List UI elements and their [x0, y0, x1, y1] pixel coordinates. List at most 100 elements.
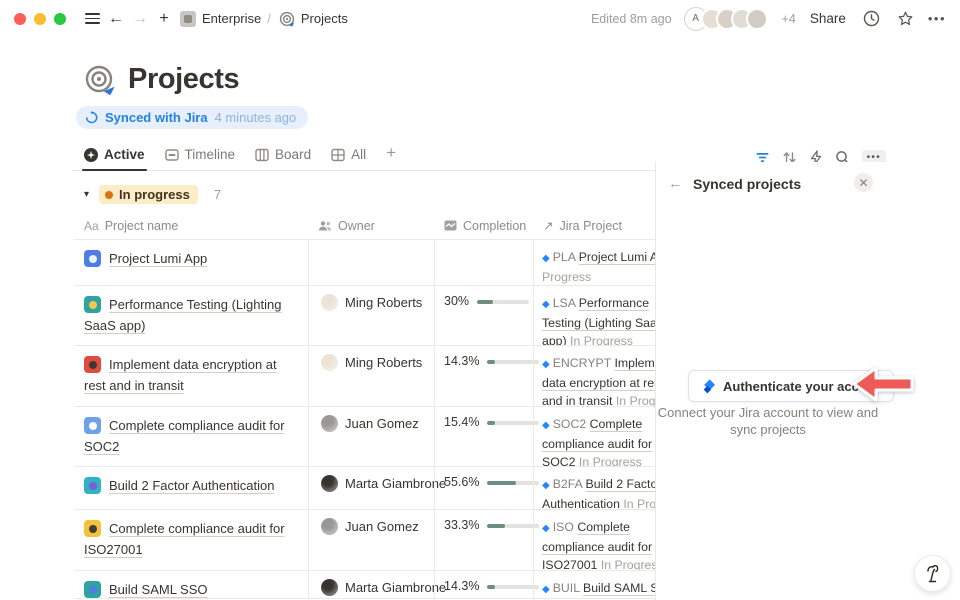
table-view-icon: [331, 148, 345, 162]
table-row[interactable]: Build SAML SSO authentication. Marta Gia…: [74, 570, 691, 599]
favorite-star-icon[interactable]: [894, 7, 918, 31]
progress-bar: [487, 524, 539, 528]
completion-cell[interactable]: 14.3%: [434, 571, 533, 598]
table-row[interactable]: Complete compliance audit for ISO27001 J…: [74, 509, 691, 570]
page-target-icon[interactable]: [84, 64, 116, 96]
notion-ai-button[interactable]: [914, 555, 951, 592]
minimize-window-button[interactable]: [34, 13, 46, 25]
forward-icon[interactable]: →: [128, 7, 152, 31]
progress-bar: [487, 481, 539, 485]
window-controls: [14, 13, 66, 25]
sync-badge-label: Synced with Jira: [105, 110, 208, 125]
column-header-completion[interactable]: Completion: [434, 219, 533, 233]
projects-table: Aa Project name Owner Completion: [74, 212, 691, 599]
owner-cell[interactable]: Ming Roberts: [308, 286, 434, 345]
rollup-icon: [444, 220, 457, 231]
project-page-icon: [84, 477, 101, 494]
status-dot: [105, 191, 113, 199]
project-page-icon: [84, 296, 101, 313]
completion-cell[interactable]: 14.3%: [434, 346, 533, 406]
collaborator-avatars[interactable]: A: [684, 7, 768, 31]
tab-active[interactable]: Active: [84, 147, 145, 170]
owner-cell[interactable]: Juan Gomez: [308, 407, 434, 466]
progress-bar: [487, 360, 539, 364]
table-header: Aa Project name Owner Completion: [74, 212, 691, 239]
jira-sync-badge[interactable]: Synced with Jira 4 minutes ago: [76, 106, 308, 129]
table-row[interactable]: Performance Testing (Lighting SaaS app) …: [74, 285, 691, 345]
owner-avatar: [321, 518, 338, 535]
sidebar-toggle-icon[interactable]: [80, 7, 104, 31]
text-type-icon: Aa: [84, 219, 99, 233]
group-status-badge[interactable]: In progress: [99, 185, 198, 204]
owner-cell[interactable]: [308, 240, 434, 285]
edited-timestamp: Edited 8m ago: [591, 12, 672, 26]
target-icon: [279, 11, 295, 27]
jira-issue-icon: ◆: [542, 253, 550, 264]
jira-issue-icon: ◆: [542, 299, 550, 310]
tab-board[interactable]: Board: [255, 147, 311, 170]
completion-cell[interactable]: 33.3%: [434, 510, 533, 570]
external-link-icon: ↗: [543, 218, 553, 233]
close-window-button[interactable]: [14, 13, 26, 25]
table-row[interactable]: Complete compliance audit for SOC2 Juan …: [74, 406, 691, 466]
people-icon: [318, 220, 332, 232]
owner-avatar: [321, 415, 338, 432]
breadcrumb-separator: /: [267, 11, 271, 26]
owner-avatar: [321, 294, 338, 311]
jira-issue-icon: ◆: [542, 480, 550, 491]
owner-avatar: [321, 475, 338, 492]
avatar: [746, 8, 768, 30]
jira-issue-icon: ◆: [542, 420, 550, 431]
panel-back-icon[interactable]: ←: [668, 175, 683, 192]
starred-view-icon: [84, 148, 98, 162]
annotation-arrow-icon: [849, 364, 915, 404]
back-icon[interactable]: ←: [104, 7, 128, 31]
tab-all[interactable]: All: [331, 147, 366, 170]
project-page-icon: [84, 417, 101, 434]
share-button[interactable]: Share: [806, 8, 850, 29]
window-toolbar: ← → + Enterprise / Projects Edited 8m ag…: [0, 0, 960, 37]
owner-cell[interactable]: Juan Gomez: [308, 510, 434, 570]
notion-window: ← → + Enterprise / Projects Edited 8m ag…: [0, 0, 960, 600]
more-options-icon[interactable]: •••: [928, 11, 946, 26]
progress-bar: [477, 300, 529, 304]
timeline-view-icon: [165, 148, 179, 162]
table-row[interactable]: Project Lumi App ◆PLA Project Lumi App I…: [74, 239, 691, 285]
column-header-project-name[interactable]: Aa Project name: [74, 219, 308, 233]
owner-cell[interactable]: Ming Roberts: [308, 346, 434, 406]
add-view-icon[interactable]: +: [386, 143, 396, 170]
jira-issue-icon: ◆: [542, 359, 550, 370]
jira-issue-icon: ◆: [542, 584, 550, 595]
panel-title: Synced projects: [693, 176, 801, 192]
table-row[interactable]: Build 2 Factor Authentication Marta Giam…: [74, 466, 691, 509]
progress-bar: [487, 585, 539, 589]
table-row[interactable]: Implement data encryption at rest and in…: [74, 345, 691, 406]
group-collapse-icon[interactable]: ▾: [84, 189, 89, 200]
zoom-window-button[interactable]: [54, 13, 66, 25]
owner-cell[interactable]: Marta Giambrone: [308, 467, 434, 509]
breadcrumb-workspace[interactable]: Enterprise: [202, 11, 261, 26]
tab-timeline[interactable]: Timeline: [165, 147, 236, 170]
panel-close-icon[interactable]: ✕: [854, 173, 873, 192]
completion-cell[interactable]: 15.4%: [434, 407, 533, 466]
new-page-icon[interactable]: +: [152, 7, 176, 31]
avatar-overflow-count: +4: [782, 12, 796, 26]
owner-avatar: [321, 354, 338, 371]
workspace-icon: [180, 11, 196, 27]
breadcrumb-page[interactable]: Projects: [301, 11, 348, 26]
column-header-owner[interactable]: Owner: [308, 219, 434, 233]
owner-cell[interactable]: Marta Giambrone: [308, 571, 434, 598]
board-view-icon: [255, 148, 269, 162]
sync-icon: [85, 111, 98, 124]
page-title[interactable]: Projects: [128, 63, 239, 96]
ai-face-icon: [923, 563, 943, 585]
completion-cell[interactable]: 55.6%: [434, 467, 533, 509]
sync-badge-time: 4 minutes ago: [215, 110, 297, 125]
completion-cell[interactable]: [434, 240, 533, 285]
project-page-icon: [84, 581, 101, 598]
owner-avatar: [321, 579, 338, 596]
updates-clock-icon[interactable]: [860, 7, 884, 31]
completion-cell[interactable]: 30%: [434, 286, 533, 345]
project-page-icon: [84, 250, 101, 267]
panel-description: Connect your Jira account to view and sy…: [656, 404, 880, 438]
